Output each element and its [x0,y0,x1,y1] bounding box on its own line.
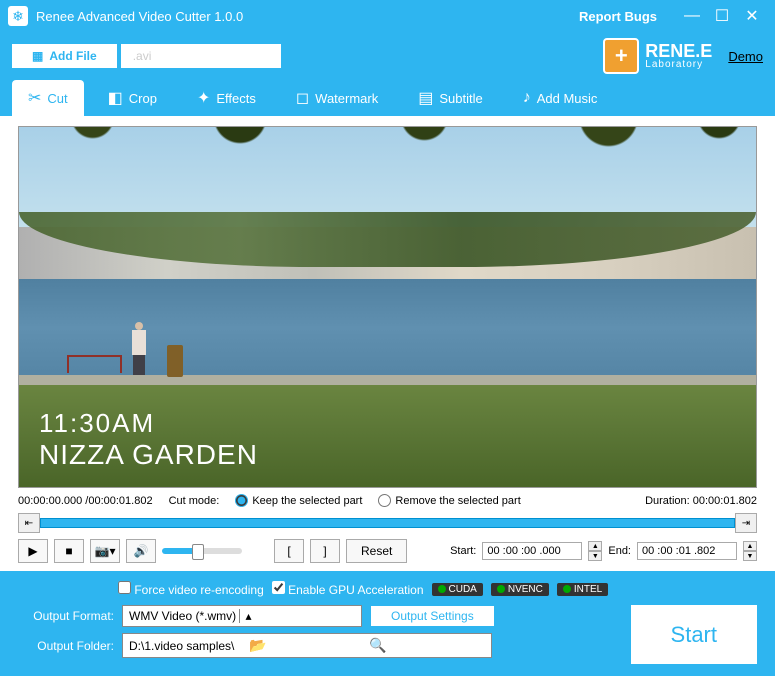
watermark-icon: ◻ [296,88,309,108]
tab-effects-label: Effects [216,91,256,106]
timeline-start-handle[interactable]: ⇤ [18,513,40,533]
subheader: ▦ Add File .avi + RENE.E Laboratory Demo [0,32,775,80]
duration-label: Duration: 00:00:01.802 [645,495,757,507]
scissors-icon: ✂ [28,88,41,108]
logo-badge-icon: + [603,38,639,74]
info-row: 00:00:00.000 /00:00:01.802 Cut mode: Kee… [18,488,757,511]
output-format-label: Output Format: [18,609,114,623]
browse-icon[interactable]: 🔍 [369,637,485,654]
tab-addmusic-label: Add Music [537,91,598,106]
start-time-spinner[interactable]: ▲▼ [588,541,602,561]
close-button[interactable]: ✕ [737,6,767,26]
video-overlay-text: 11:30AM NIZZA GARDEN [39,408,258,471]
timeline: ⇤ ⇥ [18,513,757,533]
window-title: Renee Advanced Video Cutter 1.0.0 [36,9,579,24]
force-reencode-checkbox[interactable]: Force video re-encoding [118,581,264,597]
tab-crop[interactable]: ◧ Crop [92,80,173,116]
crop-icon: ◧ [108,88,123,108]
overlay-place: NIZZA GARDEN [39,439,258,471]
start-button[interactable]: Start [631,605,757,664]
workspace: 11:30AM NIZZA GARDEN 00:00:00.000 /00:00… [0,116,775,571]
tab-subtitle-label: Subtitle [439,91,482,106]
force-reencode-label: Force video re-encoding [134,583,263,597]
tabs: ✂ Cut ◧ Crop ✦ Effects ◻ Watermark ▤ Subtitle… [0,80,775,116]
end-time-input[interactable] [637,542,737,560]
tab-subtitle[interactable]: ▤ Subtitle [402,80,499,116]
brand-logo: + RENE.E Laboratory Demo [603,38,763,74]
tab-cut-label: Cut [47,91,67,106]
tab-watermark-label: Watermark [315,91,378,106]
reset-button[interactable]: Reset [346,539,407,563]
open-folder-icon[interactable]: 📂 [249,637,365,654]
output-format-row: Output Format: WMV Video (*.wmv) ▴ Outpu… [18,605,619,627]
encoding-options: Force video re-encoding Enable GPU Accel… [18,579,757,605]
end-time-spinner[interactable]: ▲▼ [743,541,757,561]
gpu-accel-input[interactable] [272,581,285,594]
timeline-track[interactable] [40,518,735,528]
tab-add-music[interactable]: ♪ Add Music [507,80,614,116]
nvenc-badge: NVENC [491,583,549,596]
gpu-accel-label: Enable GPU Acceleration [288,583,423,597]
report-bugs-link[interactable]: Report Bugs [579,9,657,24]
force-reencode-input[interactable] [118,581,131,594]
logo-sub: Laboratory [645,60,712,70]
output-folder-value: D:\1.video samples\ [129,639,245,653]
output-format-combo[interactable]: WMV Video (*.wmv) ▴ [122,605,362,627]
stop-button[interactable]: ■ [54,539,84,563]
radio-keep-part[interactable]: Keep the selected part [235,494,362,507]
time-position: 00:00:00.000 /00:00:01.802 [18,495,153,507]
footer: Force video re-encoding Enable GPU Accel… [0,571,775,676]
cuda-badge: CUDA [432,583,483,596]
snapshot-button[interactable]: 📷▾ [90,539,120,563]
output-folder-input[interactable]: D:\1.video samples\ 📂 🔍 [122,633,492,658]
overlay-time: 11:30AM [39,408,258,439]
volume-button[interactable]: 🔊 [126,539,156,563]
output-format-value: WMV Video (*.wmv) [129,609,239,623]
intel-badge: INTEL [557,583,608,596]
minimize-button[interactable]: — [677,7,707,25]
end-time-label: End: [608,545,631,557]
play-button[interactable]: ▶ [18,539,48,563]
subtitle-icon: ▤ [418,88,433,108]
add-file-label: Add File [49,49,96,63]
cutmode-label: Cut mode: [169,495,220,507]
output-folder-label: Output Folder: [18,639,114,653]
chevron-up-icon[interactable]: ▴ [239,609,356,623]
radio-keep-label: Keep the selected part [252,495,362,507]
plus-icon: ▦ [32,49,43,63]
mark-out-button[interactable]: ] [310,539,340,563]
tab-effects[interactable]: ✦ Effects [181,80,272,116]
maximize-button[interactable]: ☐ [707,6,737,26]
filename-display: .avi [121,44,281,68]
radio-remove-part[interactable]: Remove the selected part [378,494,520,507]
mark-in-button[interactable]: [ [274,539,304,563]
add-file-button[interactable]: ▦ Add File [12,44,117,68]
app-icon: ❄ [8,6,28,26]
gpu-accel-checkbox[interactable]: Enable GPU Acceleration [272,581,424,597]
logo-text: RENE.E Laboratory [645,42,712,70]
output-settings-button[interactable]: Output Settings [370,605,495,627]
titlebar: ❄ Renee Advanced Video Cutter 1.0.0 Repo… [0,0,775,32]
timeline-end-handle[interactable]: ⇥ [735,513,757,533]
video-preview[interactable]: 11:30AM NIZZA GARDEN [18,126,757,488]
demo-link[interactable]: Demo [728,49,763,64]
output-folder-row: Output Folder: D:\1.video samples\ 📂 🔍 [18,633,619,658]
playback-controls: ▶ ■ 📷▾ 🔊 [ ] Reset Start: ▲▼ End: ▲▼ [18,539,757,563]
start-time-input[interactable] [482,542,582,560]
tab-watermark[interactable]: ◻ Watermark [280,80,394,116]
tab-cut[interactable]: ✂ Cut [12,80,84,116]
radio-remove-label: Remove the selected part [395,495,520,507]
music-icon: ♪ [523,89,531,107]
tab-crop-label: Crop [129,91,157,106]
radio-remove-input[interactable] [378,494,391,507]
logo-main: RENE.E [645,42,712,60]
volume-slider[interactable] [162,548,242,554]
radio-keep-input[interactable] [235,494,248,507]
start-time-label: Start: [450,545,476,557]
wand-icon: ✦ [197,88,210,108]
